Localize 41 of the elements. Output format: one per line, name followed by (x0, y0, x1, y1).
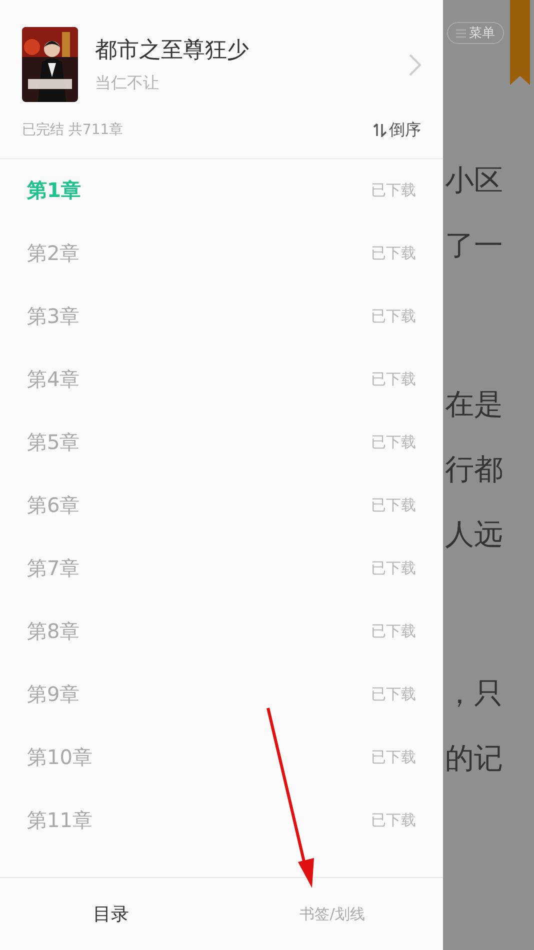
chapter-title[interactable]: 第5章 (27, 429, 80, 456)
text-line: 了一 (445, 227, 504, 264)
author-name: 当仁不让 (95, 73, 160, 94)
text-line: 在是 (445, 386, 504, 423)
download-status: 已下载 (371, 622, 416, 641)
download-status: 已下载 (371, 559, 416, 578)
chapter-title[interactable]: 第4章 (27, 366, 80, 393)
download-status: 已下载 (371, 307, 416, 326)
text-line: 的记 (445, 740, 504, 777)
chapter-title[interactable]: 第6章 (27, 492, 80, 519)
chapter-title[interactable]: 第8章 (27, 618, 80, 645)
tab[interactable]: 书签/划线 (222, 878, 443, 950)
text-line: 小区 (445, 162, 504, 199)
book-status: 已完结 共711章 (22, 121, 124, 139)
sort-button[interactable]: 倒序 (373, 120, 421, 140)
download-status: 已下载 (371, 685, 416, 704)
menu-icon (456, 28, 466, 38)
chapter-title[interactable]: 第7章 (27, 555, 80, 582)
chapter-title[interactable]: 第1章 (27, 177, 81, 204)
sort-icon (373, 123, 387, 137)
chapter-title[interactable]: 第3章 (27, 303, 80, 330)
download-status: 已下载 (371, 370, 416, 389)
chapter-title[interactable]: 第10章 (27, 744, 92, 771)
download-status: 已下载 (371, 244, 416, 263)
download-status: 已下载 (371, 811, 416, 830)
download-status: 已下载 (371, 748, 416, 767)
chapter-title[interactable]: 第2章 (27, 240, 80, 267)
download-status: 已下载 (371, 433, 416, 452)
tab[interactable]: 目录 (0, 878, 222, 950)
text-line: 人远 (445, 516, 504, 553)
chapter-title[interactable]: 第9章 (27, 681, 80, 708)
download-status: 已下载 (371, 181, 416, 200)
menu-label: 菜单 (469, 25, 495, 42)
download-status: 已下载 (371, 496, 416, 515)
text-line: 行都 (445, 451, 504, 488)
chevron-right-icon[interactable] (409, 54, 421, 76)
bookmark-icon[interactable] (510, 0, 530, 85)
chapter-title[interactable]: 第11章 (27, 807, 92, 834)
book-title: 都市之至尊狂少 (95, 37, 250, 65)
text-line: ，只 (445, 675, 504, 712)
menu-button[interactable]: 菜单 (447, 22, 504, 44)
